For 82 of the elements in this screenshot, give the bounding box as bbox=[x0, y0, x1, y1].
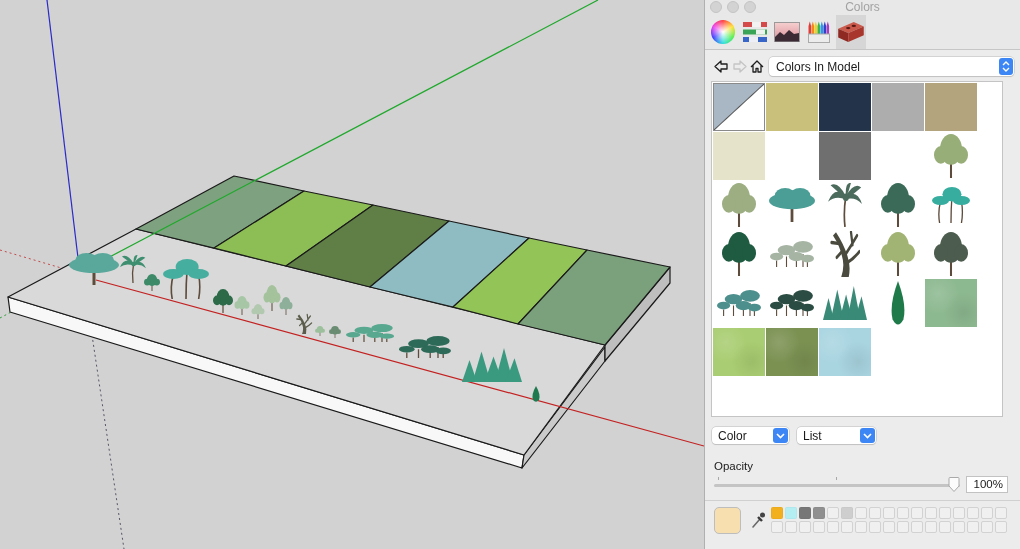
color-well[interactable] bbox=[995, 521, 1007, 533]
color-well[interactable] bbox=[925, 507, 937, 519]
texture-swatch[interactable] bbox=[819, 328, 871, 376]
color-well[interactable] bbox=[897, 521, 909, 533]
palm-tree-icon[interactable] bbox=[828, 183, 862, 227]
brick-icon bbox=[838, 22, 864, 42]
collection-dropdown[interactable]: Colors In Model bbox=[769, 57, 1014, 76]
opacity-label: Opacity bbox=[714, 460, 753, 473]
tab[interactable] bbox=[836, 15, 866, 49]
tree-icon[interactable] bbox=[881, 183, 915, 227]
pine-forest-icon[interactable] bbox=[823, 286, 867, 320]
color-wheel-icon bbox=[711, 20, 735, 44]
color-swatch[interactable] bbox=[819, 83, 871, 131]
texture-swatch[interactable] bbox=[713, 328, 765, 376]
slider-thumb[interactable] bbox=[948, 477, 960, 492]
color-well[interactable] bbox=[967, 521, 979, 533]
crayons-icon bbox=[808, 21, 830, 43]
default-material-swatch[interactable] bbox=[713, 83, 765, 131]
bush-cluster-icon[interactable] bbox=[770, 290, 814, 316]
color-well[interactable] bbox=[911, 521, 923, 533]
color-well[interactable] bbox=[869, 521, 881, 533]
color-well[interactable] bbox=[855, 521, 867, 533]
color-swatch[interactable] bbox=[713, 132, 765, 180]
color-well[interactable] bbox=[911, 507, 923, 519]
home-icon[interactable] bbox=[750, 60, 764, 73]
color-well[interactable] bbox=[799, 507, 811, 519]
color-well[interactable] bbox=[785, 507, 797, 519]
cypress-tree-icon[interactable] bbox=[889, 281, 907, 325]
color-well[interactable] bbox=[827, 507, 839, 519]
color-well[interactable] bbox=[883, 521, 895, 533]
minimize-button[interactable] bbox=[727, 1, 739, 13]
color-mode-dropdown[interactable]: Color bbox=[712, 427, 789, 444]
color-well[interactable] bbox=[813, 521, 825, 533]
color-well[interactable] bbox=[855, 507, 867, 519]
bush-cluster-icon[interactable] bbox=[770, 241, 814, 267]
color-well[interactable] bbox=[981, 507, 993, 519]
eyedropper-icon[interactable] bbox=[752, 512, 765, 528]
tree-icon[interactable] bbox=[934, 232, 968, 276]
bush-cluster-icon[interactable] bbox=[717, 290, 761, 316]
slider-tick bbox=[836, 477, 837, 480]
color-swatch[interactable] bbox=[819, 132, 871, 180]
color-well[interactable] bbox=[813, 507, 825, 519]
color-well[interactable] bbox=[897, 507, 909, 519]
color-well[interactable] bbox=[799, 521, 811, 533]
texture-swatch[interactable] bbox=[925, 279, 977, 327]
bare-tree-icon[interactable] bbox=[830, 231, 860, 277]
color-well[interactable] bbox=[939, 507, 951, 519]
color-swatch[interactable] bbox=[766, 83, 818, 131]
color-well[interactable] bbox=[981, 521, 993, 533]
window-title: Colors bbox=[845, 0, 880, 14]
color-swatch[interactable] bbox=[872, 83, 924, 131]
maximize-button[interactable] bbox=[744, 1, 756, 13]
color-swatch[interactable] bbox=[925, 83, 977, 131]
landscape-image-icon bbox=[774, 22, 800, 42]
slider-tick bbox=[718, 477, 719, 480]
sliders-icon bbox=[743, 22, 767, 42]
color-well[interactable] bbox=[771, 521, 783, 533]
color-well[interactable] bbox=[771, 507, 783, 519]
stepper-icon bbox=[999, 58, 1013, 75]
color-well[interactable] bbox=[883, 507, 895, 519]
color-well[interactable] bbox=[841, 507, 853, 519]
opacity-slider[interactable] bbox=[714, 476, 960, 493]
color-well[interactable] bbox=[995, 507, 1007, 519]
tree-icon[interactable] bbox=[722, 232, 756, 276]
palm-grove-icon[interactable] bbox=[932, 187, 970, 223]
back-arrow-icon[interactable] bbox=[714, 60, 728, 73]
texture-swatch[interactable] bbox=[766, 328, 818, 376]
chevron-down-icon bbox=[773, 428, 788, 443]
color-well[interactable] bbox=[953, 521, 965, 533]
color-well[interactable] bbox=[967, 507, 979, 519]
color-well[interactable] bbox=[925, 521, 937, 533]
color-well[interactable] bbox=[869, 507, 881, 519]
color-well[interactable] bbox=[953, 507, 965, 519]
current-color-well[interactable] bbox=[714, 506, 741, 534]
chevron-down-icon bbox=[860, 428, 875, 443]
color-well[interactable] bbox=[785, 521, 797, 533]
close-button[interactable] bbox=[710, 1, 722, 13]
opacity-field[interactable]: 100% bbox=[966, 476, 1008, 493]
view-mode-dropdown[interactable]: List bbox=[797, 427, 876, 444]
color-well[interactable] bbox=[939, 521, 951, 533]
color-well[interactable] bbox=[827, 521, 839, 533]
color-well[interactable] bbox=[841, 521, 853, 533]
